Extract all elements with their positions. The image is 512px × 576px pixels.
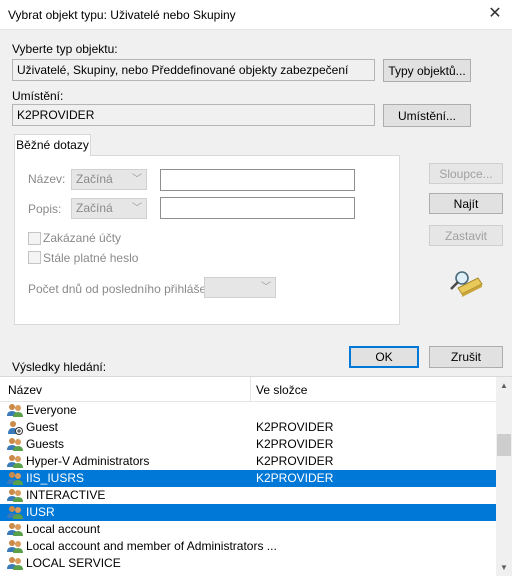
close-button[interactable]: ✕ [484, 4, 506, 26]
stop-button[interactable]: Zastavit [429, 225, 503, 246]
vertical-scrollbar[interactable] [496, 377, 512, 576]
group-icon [6, 488, 24, 503]
group-icon [6, 522, 24, 537]
results-header [0, 377, 496, 402]
name-query-input[interactable] [160, 169, 355, 191]
name-query-combo-value: Začíná [76, 172, 113, 186]
table-row[interactable]: Hyper-V Administrators K2PROVIDER [0, 453, 496, 470]
row-name: Guests [26, 437, 65, 451]
results-rows: Everyone Guest K2PROVIDER Guests K2PROVIDER H… [0, 402, 496, 576]
non-expiring-password-checkbox[interactable] [28, 251, 41, 264]
row-folder: K2PROVIDER [256, 471, 334, 485]
row-name: Everyone [26, 403, 77, 417]
cancel-button[interactable]: Zrušit [429, 346, 503, 368]
disabled-accounts-checkbox[interactable] [28, 232, 41, 245]
location-label: Umístění: [12, 89, 64, 103]
scroll-down-icon[interactable]: ▼ [496, 559, 512, 576]
search-icon [448, 268, 484, 300]
group-icon [6, 437, 24, 452]
description-query-combo[interactable]: Začíná ﹀ [71, 198, 147, 219]
group-icon [6, 505, 24, 520]
column-header-name[interactable]: Název [8, 383, 42, 397]
non-expiring-password-label: Stále platné heslo [43, 251, 139, 265]
tab-common-queries[interactable]: Běžné dotazy [14, 134, 91, 156]
row-folder: K2PROVIDER [256, 454, 334, 468]
group-icon [6, 454, 24, 469]
group-icon [6, 471, 24, 486]
object-type-label: Vyberte typ objektu: [12, 42, 118, 56]
table-row[interactable]: IUSR [0, 504, 496, 521]
description-query-label: Popis: [28, 202, 62, 216]
find-now-button[interactable]: Najít [429, 193, 503, 214]
row-name: Local account and member of Administrato… [26, 539, 277, 553]
row-name: INTERACTIVE [26, 488, 106, 502]
chevron-down-icon: ﹀ [132, 174, 142, 185]
name-query-label: Název: [28, 172, 66, 186]
search-results-label: Výsledky hledání: [12, 360, 107, 374]
row-name: LOCAL SERVICE [26, 556, 121, 570]
disabled-user-icon [6, 420, 24, 435]
chevron-down-icon: ﹀ [132, 203, 142, 214]
group-icon [6, 556, 24, 571]
group-icon [6, 403, 24, 418]
row-name: IIS_IUSRS [26, 471, 85, 485]
ok-button[interactable]: OK [349, 346, 419, 368]
disabled-accounts-label: Zakázané účty [43, 231, 122, 245]
column-header-folder[interactable]: Ve složce [256, 383, 307, 397]
column-separator[interactable] [250, 377, 251, 402]
table-row[interactable]: INTERACTIVE [0, 487, 496, 504]
row-name: Local account [26, 522, 101, 536]
scroll-up-icon[interactable]: ▲ [496, 377, 512, 394]
locations-button[interactable]: Umístění... [383, 104, 471, 127]
days-since-logon-combo[interactable]: ﹀ [204, 277, 276, 298]
row-name: Hyper-V Administrators [26, 454, 150, 468]
table-row[interactable]: Local account [0, 521, 496, 538]
row-folder: K2PROVIDER [256, 420, 334, 434]
description-query-input[interactable] [160, 197, 355, 219]
table-row[interactable]: Guests K2PROVIDER [0, 436, 496, 453]
name-query-combo[interactable]: Začíná ﹀ [71, 169, 147, 190]
row-folder: K2PROVIDER [256, 437, 334, 451]
object-type-field: Uživatelé, Skupiny, nebo Předdefinované … [12, 59, 375, 81]
table-row[interactable]: LOCAL SERVICE [0, 555, 496, 572]
object-types-button[interactable]: Typy objektů... [383, 59, 471, 82]
row-name: IUSR [26, 505, 55, 519]
row-name: Guest [26, 420, 59, 434]
location-field: K2PROVIDER [12, 104, 375, 126]
table-row[interactable]: IIS_IUSRS K2PROVIDER [0, 470, 496, 487]
description-query-combo-value: Začíná [76, 201, 113, 215]
columns-button[interactable]: Sloupce... [429, 163, 503, 184]
scrollbar-thumb[interactable] [497, 434, 511, 456]
table-row[interactable]: Guest K2PROVIDER [0, 419, 496, 436]
window-title: Vybrat objekt typu: Uživatelé nebo Skupi… [8, 8, 236, 22]
days-since-logon-label: Počet dnů od posledního přihlášení: [28, 282, 220, 296]
group-icon [6, 539, 24, 554]
table-row[interactable]: Local account and member of Administrato… [0, 538, 496, 555]
chevron-down-icon: ﹀ [261, 282, 271, 293]
table-row[interactable]: Everyone [0, 402, 496, 419]
